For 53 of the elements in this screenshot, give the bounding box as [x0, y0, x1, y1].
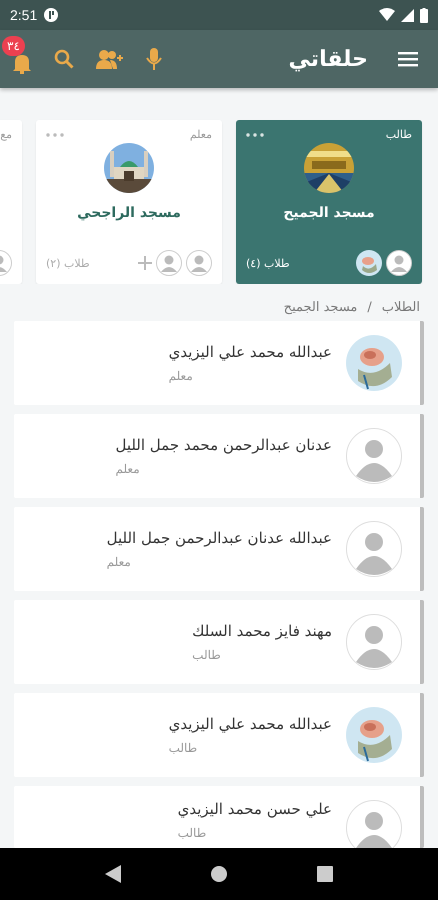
circle-card[interactable]: معلم مسجد الراجحي طلاب (٢): [36, 120, 222, 284]
user-avatar-icon: [346, 521, 402, 577]
person-name: عبدالله محمد علي اليزيدي: [168, 715, 332, 733]
breadcrumb-item[interactable]: مسجد الجميح: [284, 300, 358, 315]
person-role: معلم: [115, 462, 140, 476]
student-count: طلاب (٤): [246, 256, 290, 270]
person-role: طالب: [178, 826, 206, 840]
person-card[interactable]: عدنان عبدالرحمن محمد جمل الليل معلم: [14, 414, 424, 498]
notification-badge: ٣٤: [2, 36, 25, 56]
circle-name: مسجد الراجحي: [77, 205, 181, 221]
person-card[interactable]: عبدالله عدنان عبدالرحمن جمل الليل معلم: [14, 507, 424, 591]
app-title: حلقاتي: [288, 46, 368, 72]
home-icon[interactable]: [211, 866, 227, 882]
microphone-icon[interactable]: [146, 47, 162, 71]
breadcrumb-separator: /: [367, 300, 372, 315]
person-name: عبدالله محمد علي اليزيدي: [168, 343, 332, 361]
battery-icon: [420, 8, 428, 22]
bell-icon[interactable]: [12, 52, 32, 74]
more-icon[interactable]: [46, 132, 64, 136]
role-label: طالب: [386, 128, 412, 141]
person-card[interactable]: عبدالله محمد علي اليزيدي معلم: [14, 321, 424, 405]
person-role: معلم: [168, 369, 193, 383]
person-role: طالب: [192, 648, 221, 662]
person-card[interactable]: علي حسن محمد اليزيدي طالب: [14, 786, 424, 848]
role-label: مع: [0, 128, 12, 141]
circle-card[interactable]: طالب مسجد الجميح طلاب (٤): [236, 120, 422, 284]
signal-icon: [401, 8, 414, 22]
app-notification-icon: [43, 7, 60, 23]
person-name: عبدالله عدنان عبدالرحمن جمل الليل: [106, 529, 332, 547]
menu-icon[interactable]: [398, 51, 418, 67]
user-avatar-icon: [186, 250, 212, 276]
user-avatar-icon: [156, 250, 182, 276]
search-icon[interactable]: [54, 49, 74, 69]
breadcrumb-item[interactable]: الطلاب: [382, 300, 420, 315]
person-name: عدنان عبدالرحمن محمد جمل الليل: [115, 436, 332, 454]
person-role: طالب: [168, 741, 198, 755]
person-name: مهند فايز محمد السلك: [192, 622, 332, 640]
person-card[interactable]: عبدالله محمد علي اليزيدي طالب: [14, 693, 424, 777]
user-avatar-icon: [346, 614, 402, 670]
user-avatar-icon: [386, 250, 412, 276]
person-name: علي حسن محمد اليزيدي: [178, 800, 332, 818]
wifi-icon: [379, 8, 395, 22]
add-icon[interactable]: [138, 256, 152, 270]
back-icon[interactable]: [105, 865, 121, 883]
more-icon[interactable]: [246, 132, 264, 136]
role-label: معلم: [190, 128, 212, 141]
status-time: 2:51: [10, 7, 38, 23]
person-card[interactable]: مهند فايز محمد السلك طالب: [14, 600, 424, 684]
person-role: معلم: [106, 555, 131, 569]
user-avatar-icon: [346, 428, 402, 484]
circle-name: مسجد الجميح: [283, 205, 375, 221]
add-people-icon[interactable]: [96, 49, 124, 69]
student-count: طلاب (٢): [46, 256, 90, 270]
